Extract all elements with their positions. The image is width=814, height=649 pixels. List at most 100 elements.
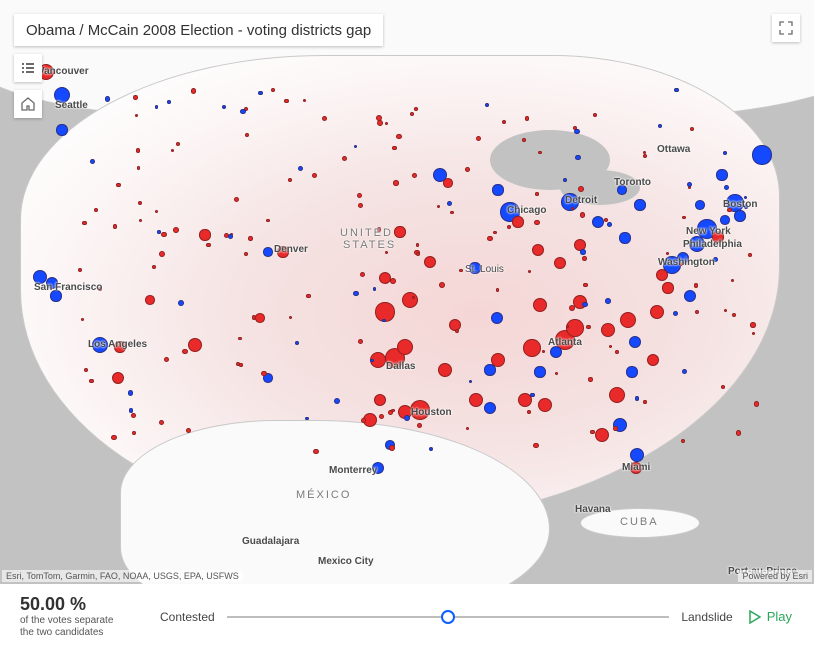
- district-bubble[interactable]: [135, 114, 139, 118]
- district-bubble[interactable]: [595, 428, 609, 442]
- district-bubble[interactable]: [410, 400, 431, 421]
- district-bubble[interactable]: [98, 287, 102, 291]
- district-bubble[interactable]: [206, 243, 211, 248]
- district-bubble[interactable]: [178, 300, 184, 306]
- district-bubble[interactable]: [694, 283, 698, 287]
- slider-track[interactable]: [227, 616, 670, 618]
- district-bubble[interactable]: [56, 124, 67, 135]
- district-bubble[interactable]: [679, 262, 683, 266]
- district-bubble[interactable]: [532, 244, 545, 257]
- district-bubble[interactable]: [593, 113, 597, 117]
- district-bubble[interactable]: [731, 279, 734, 282]
- district-bubble[interactable]: [298, 166, 304, 172]
- district-bubble[interactable]: [574, 129, 580, 135]
- district-bubble[interactable]: [569, 305, 575, 311]
- district-bubble[interactable]: [748, 253, 752, 257]
- district-bubble[interactable]: [689, 236, 705, 252]
- district-bubble[interactable]: [238, 337, 241, 340]
- district-bubble[interactable]: [389, 445, 395, 451]
- district-bubble[interactable]: [465, 167, 470, 172]
- district-bubble[interactable]: [90, 159, 95, 164]
- district-bubble[interactable]: [360, 272, 365, 277]
- district-bubble[interactable]: [732, 313, 736, 317]
- district-bubble[interactable]: [620, 312, 636, 328]
- home-button[interactable]: [14, 90, 42, 118]
- district-bubble[interactable]: [199, 229, 210, 240]
- district-bubble[interactable]: [289, 316, 292, 319]
- district-bubble[interactable]: [373, 287, 376, 290]
- district-bubble[interactable]: [634, 199, 645, 210]
- district-bubble[interactable]: [240, 109, 245, 114]
- district-bubble[interactable]: [455, 329, 459, 333]
- district-bubble[interactable]: [487, 236, 492, 241]
- district-bubble[interactable]: [266, 219, 270, 223]
- district-bubble[interactable]: [417, 423, 422, 428]
- district-bubble[interactable]: [492, 184, 503, 195]
- district-bubble[interactable]: [234, 197, 239, 202]
- district-bubble[interactable]: [724, 309, 727, 312]
- district-bubble[interactable]: [643, 154, 647, 158]
- district-bubble[interactable]: [580, 212, 586, 218]
- district-bubble[interactable]: [385, 122, 388, 125]
- district-bubble[interactable]: [414, 107, 418, 111]
- district-bubble[interactable]: [284, 99, 289, 104]
- district-bubble[interactable]: [752, 145, 771, 164]
- district-bubble[interactable]: [716, 169, 727, 180]
- district-bubble[interactable]: [721, 385, 725, 389]
- district-bubble[interactable]: [137, 166, 140, 169]
- district-bubble[interactable]: [89, 379, 93, 383]
- district-bubble[interactable]: [131, 413, 136, 418]
- district-bubble[interactable]: [713, 257, 718, 262]
- district-bubble[interactable]: [397, 339, 413, 355]
- district-bubble[interactable]: [592, 216, 605, 229]
- district-bubble[interactable]: [258, 91, 263, 96]
- district-bubble[interactable]: [439, 282, 445, 288]
- district-bubble[interactable]: [534, 366, 545, 377]
- district-bubble[interactable]: [306, 294, 311, 299]
- district-bubble[interactable]: [750, 322, 755, 327]
- district-bubble[interactable]: [186, 428, 191, 433]
- district-bubble[interactable]: [580, 249, 585, 254]
- district-bubble[interactable]: [695, 200, 705, 210]
- district-bubble[interactable]: [437, 205, 440, 208]
- district-bubble[interactable]: [466, 427, 469, 430]
- district-bubble[interactable]: [155, 105, 158, 108]
- district-bubble[interactable]: [358, 339, 363, 344]
- district-bubble[interactable]: [582, 256, 587, 261]
- district-bubble[interactable]: [682, 216, 686, 220]
- district-bubble[interactable]: [159, 251, 165, 257]
- fullscreen-button[interactable]: [772, 14, 800, 42]
- district-bubble[interactable]: [629, 336, 642, 349]
- district-bubble[interactable]: [658, 124, 662, 128]
- district-bubble[interactable]: [744, 196, 747, 199]
- district-bubble[interactable]: [469, 380, 472, 383]
- district-bubble[interactable]: [164, 357, 170, 363]
- district-bubble[interactable]: [525, 116, 529, 120]
- district-bubble[interactable]: [252, 315, 256, 319]
- district-bubble[interactable]: [535, 192, 539, 196]
- district-bubble[interactable]: [236, 362, 240, 366]
- district-bubble[interactable]: [533, 298, 547, 312]
- district-bubble[interactable]: [533, 443, 539, 449]
- district-bubble[interactable]: [393, 180, 398, 185]
- district-bubble[interactable]: [469, 393, 483, 407]
- district-bubble[interactable]: [412, 173, 417, 178]
- district-bubble[interactable]: [416, 243, 420, 247]
- district-bubble[interactable]: [182, 349, 187, 354]
- district-bubble[interactable]: [129, 408, 133, 412]
- legend-button[interactable]: [14, 54, 42, 82]
- district-bubble[interactable]: [312, 173, 317, 178]
- district-bubble[interactable]: [609, 387, 625, 403]
- district-bubble[interactable]: [720, 215, 730, 225]
- district-bubble[interactable]: [277, 246, 288, 257]
- district-bubble[interactable]: [538, 398, 552, 412]
- district-bubble[interactable]: [523, 339, 541, 357]
- district-bubble[interactable]: [630, 448, 644, 462]
- district-bubble[interactable]: [82, 221, 87, 226]
- district-bubble[interactable]: [512, 216, 523, 227]
- district-bubble[interactable]: [626, 366, 637, 377]
- district-bubble[interactable]: [607, 222, 612, 227]
- district-bubble[interactable]: [491, 353, 505, 367]
- district-bubble[interactable]: [390, 278, 396, 284]
- district-bubble[interactable]: [534, 220, 539, 225]
